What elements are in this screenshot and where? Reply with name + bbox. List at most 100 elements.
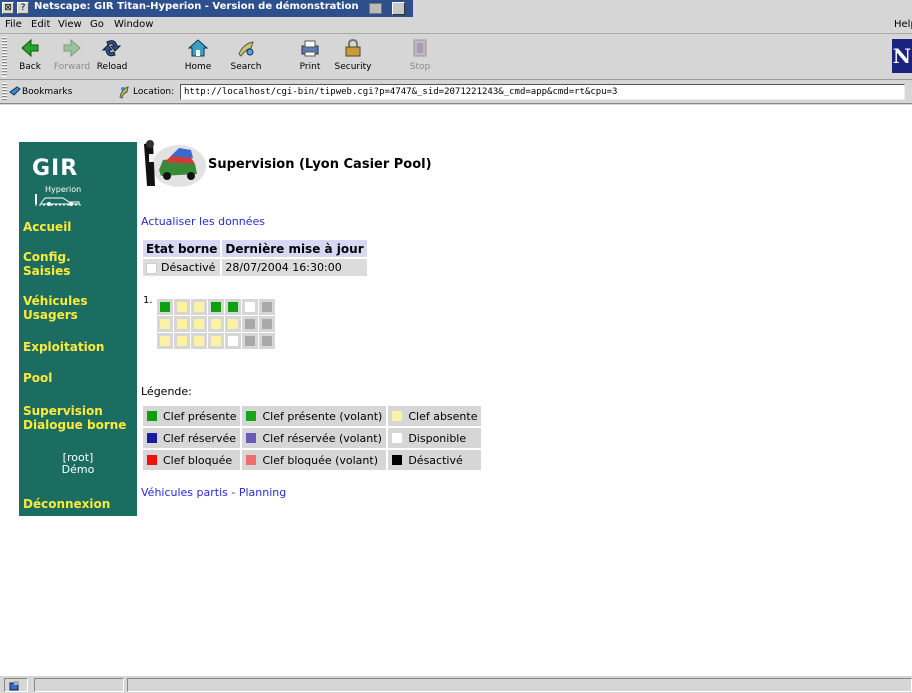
vehicles-planning-link[interactable]: Véhicules partis - Planning (141, 486, 286, 499)
nav-exploitation[interactable]: Exploitation (23, 340, 104, 354)
key-slot-swatch (194, 336, 204, 346)
menu-edit[interactable]: Edit (31, 19, 50, 30)
url-input[interactable]: http://localhost/cgi-bin/tipweb.cgi?p=47… (180, 84, 905, 100)
nav-pool[interactable]: Pool (23, 371, 52, 385)
reload-button[interactable]: Reload (92, 38, 132, 72)
menu-go[interactable]: Go (90, 19, 104, 30)
key-slot[interactable] (191, 316, 207, 332)
page-proxy-icon[interactable] (117, 85, 131, 99)
netscape-logo[interactable]: N (892, 39, 912, 73)
nav-config-saisies[interactable]: Config. Saisies (23, 250, 71, 278)
logo-gir: GIR (32, 156, 79, 181)
key-slot[interactable] (208, 299, 224, 315)
key-slot[interactable] (191, 333, 207, 349)
legend-swatch (147, 432, 157, 443)
key-slot[interactable] (157, 333, 173, 349)
station-state: Désactivé (161, 261, 216, 274)
security-button[interactable]: Security (333, 38, 373, 72)
supervision-header-image (144, 140, 206, 187)
location-grip[interactable] (2, 83, 7, 101)
legend-item: Clef absente (388, 406, 482, 426)
key-slot-swatch (245, 319, 255, 329)
sidebar: GIR Hyperion Accueil Config. Saisies Véh… (19, 142, 137, 516)
legend-swatch (246, 432, 257, 443)
nav-deconnexion[interactable]: Déconnexion (23, 497, 110, 511)
window-maximize-icon[interactable] (392, 2, 405, 15)
nav-supervision-dialogue[interactable]: Supervision Dialogue borne (23, 404, 126, 432)
key-slot[interactable] (174, 316, 190, 332)
key-slot-swatch (262, 302, 272, 312)
legend-item: Clef bloquée (143, 450, 241, 470)
header-derniere-maj: Dernière mise à jour (222, 240, 367, 257)
legend-swatch (392, 454, 403, 465)
key-slot[interactable] (208, 333, 224, 349)
legend-item: Clef réservée (volant) (242, 428, 387, 448)
window-menu-icon[interactable]: ⊠ (2, 2, 14, 14)
print-button[interactable]: Print (290, 38, 330, 72)
legend-swatch (392, 410, 403, 421)
key-slot-swatch (177, 319, 187, 329)
back-button[interactable]: Back (10, 38, 50, 72)
status-bar (0, 675, 912, 693)
location-bar: Bookmarks Location: http://localhost/cgi… (0, 81, 912, 104)
reload-label: Reload (96, 62, 128, 72)
menu-help[interactable]: Help (894, 19, 912, 30)
nav-accueil[interactable]: Accueil (23, 220, 71, 234)
key-slot-swatch (160, 302, 170, 312)
search-button[interactable]: Search (226, 38, 266, 72)
key-slot[interactable] (174, 333, 190, 349)
bookmark-icon[interactable] (9, 85, 21, 99)
key-slot[interactable] (157, 299, 173, 315)
key-slot-swatch (177, 336, 187, 346)
forward-button[interactable]: Forward (52, 38, 92, 72)
legend-label: Disponible (408, 431, 467, 445)
key-slot-swatch (228, 302, 238, 312)
key-slot[interactable] (208, 316, 224, 332)
key-slot[interactable] (191, 299, 207, 315)
navigation-toolbar: Back Forward Reload Home Search Print Se… (0, 35, 912, 80)
legend-swatch (246, 454, 257, 465)
window-iconify-icon[interactable]: ? (17, 2, 29, 14)
key-slot[interactable] (225, 316, 241, 332)
reload-icon (101, 40, 122, 57)
toolbar-grip[interactable] (2, 37, 7, 77)
legend-swatch (246, 410, 257, 421)
legend-row: Clef présente Clef présente (volant) Clef … (143, 406, 482, 426)
key-slot-swatch (160, 336, 170, 346)
header-etat-borne: Etat borne (143, 240, 221, 257)
back-label: Back (19, 62, 41, 72)
status-security-icon[interactable] (4, 678, 28, 692)
key-slot-swatch (245, 302, 255, 312)
home-button[interactable]: Home (178, 38, 218, 72)
key-slot[interactable] (157, 316, 173, 332)
key-slot[interactable] (259, 316, 275, 332)
legend-item: Clef présente (volant) (242, 406, 387, 426)
legend-swatch (147, 410, 157, 421)
refresh-data-link[interactable]: Actualiser les données (141, 215, 265, 228)
menu-file[interactable]: File (5, 19, 22, 30)
key-slot-swatch (194, 302, 204, 312)
logo-car-icon (35, 194, 83, 206)
key-slot[interactable] (225, 299, 241, 315)
printer-icon (301, 40, 319, 57)
legend-item: Désactivé (388, 450, 482, 470)
legend-table: Clef présente Clef présente (volant) Clef … (141, 404, 483, 472)
stop-button[interactable]: Stop (400, 38, 440, 72)
search-icon (238, 41, 254, 57)
key-slot[interactable] (242, 333, 258, 349)
bookmarks-button[interactable]: Bookmarks (22, 87, 72, 97)
key-slot[interactable] (259, 333, 275, 349)
nav-vehicules-usagers[interactable]: Véhicules Usagers (23, 294, 87, 322)
key-slot-swatch (211, 319, 221, 329)
menu-window[interactable]: Window (114, 19, 153, 30)
key-slot[interactable] (242, 299, 258, 315)
padlock-icon (345, 38, 361, 57)
stop-label: Stop (409, 62, 431, 72)
key-slot[interactable] (225, 333, 241, 349)
key-slot[interactable] (174, 299, 190, 315)
key-slot-swatch (228, 319, 238, 329)
legend-item: Clef présente (143, 406, 241, 426)
key-slot[interactable] (242, 316, 258, 332)
key-slot[interactable] (259, 299, 275, 315)
menu-view[interactable]: View (58, 19, 82, 30)
